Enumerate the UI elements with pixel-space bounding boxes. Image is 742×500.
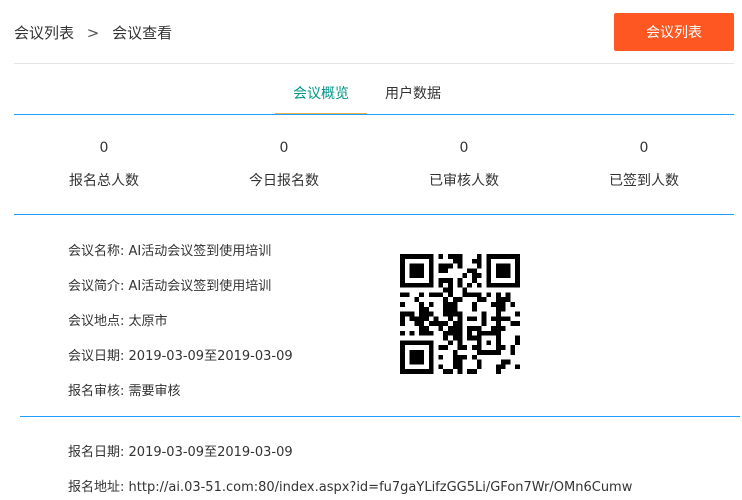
tab-meeting-overview[interactable]: 会议概览 (275, 85, 367, 115)
meeting-location-row: 会议地点: 太原市 (68, 310, 168, 329)
stat-value: 0 (99, 140, 109, 156)
meeting-location-label: 会议地点: (68, 314, 125, 329)
stat-label: 报名总人数 (69, 173, 139, 189)
stat-value: 0 (639, 140, 649, 156)
breadcrumb: 会议列表 > 会议查看 (14, 22, 172, 43)
stat-value: 0 (279, 140, 289, 156)
stat-label: 已签到人数 (609, 173, 679, 189)
stat-total-registrations: 0 报名总人数 (44, 140, 164, 190)
meeting-intro-label: 会议简介: (68, 279, 125, 294)
stat-reviewed: 0 已审核人数 (404, 140, 524, 190)
meeting-intro-value: AI活动会议签到使用培训 (128, 279, 272, 294)
stat-checked-in: 0 已签到人数 (584, 140, 704, 190)
meeting-name-row: 会议名称: AI活动会议签到使用培训 (68, 240, 271, 259)
registration-date-row: 报名日期: 2019-03-09至2019-03-09 (68, 441, 293, 460)
registration-address-value[interactable]: http://ai.03-51.com:80/index.aspx?id=fu7… (129, 480, 633, 495)
registration-date-value: 2019-03-09至2019-03-09 (128, 445, 293, 460)
qr-code-icon (400, 254, 520, 374)
meeting-date-row: 会议日期: 2019-03-09至2019-03-09 (68, 345, 293, 364)
registration-review-row: 报名审核: 需要审核 (68, 380, 181, 399)
registration-review-label: 报名审核: (68, 384, 125, 399)
stats-divider (14, 214, 734, 215)
registration-date-label: 报名日期: (68, 445, 125, 460)
tabs-divider (14, 114, 734, 115)
meeting-name-label: 会议名称: (68, 244, 125, 259)
meeting-date-label: 会议日期: (68, 349, 125, 364)
tab-user-data[interactable]: 用户数据 (367, 85, 459, 115)
meeting-date-value: 2019-03-09至2019-03-09 (128, 349, 293, 364)
breadcrumb-current: 会议查看 (112, 24, 173, 42)
meeting-list-button[interactable]: 会议列表 (614, 13, 734, 51)
registration-review-value: 需要审核 (128, 384, 181, 399)
meeting-location-value: 太原市 (128, 314, 168, 329)
stat-value: 0 (459, 140, 469, 156)
meeting-view-page: 会议列表 > 会议查看 会议列表 会议概览 用户数据 0 报名总人数 0 今日报… (0, 0, 742, 500)
stat-today-registrations: 0 今日报名数 (224, 140, 344, 190)
tab-bar: 会议概览 用户数据 (275, 85, 459, 115)
meeting-intro-row: 会议简介: AI活动会议签到使用培训 (68, 275, 271, 294)
registration-address-row: 报名地址: http://ai.03-51.com:80/index.aspx?… (68, 476, 632, 495)
meeting-name-value: AI活动会议签到使用培训 (128, 244, 272, 259)
registration-address-label: 报名地址: (68, 480, 125, 495)
breadcrumb-separator: > (86, 24, 100, 42)
info-divider (20, 416, 740, 417)
stat-label: 今日报名数 (249, 173, 319, 189)
stat-label: 已审核人数 (429, 173, 499, 189)
stats-panel: 0 报名总人数 0 今日报名数 0 已审核人数 0 已签到人数 (14, 140, 734, 200)
breadcrumb-meeting-list-link[interactable]: 会议列表 (14, 24, 74, 42)
header-divider (14, 63, 734, 64)
